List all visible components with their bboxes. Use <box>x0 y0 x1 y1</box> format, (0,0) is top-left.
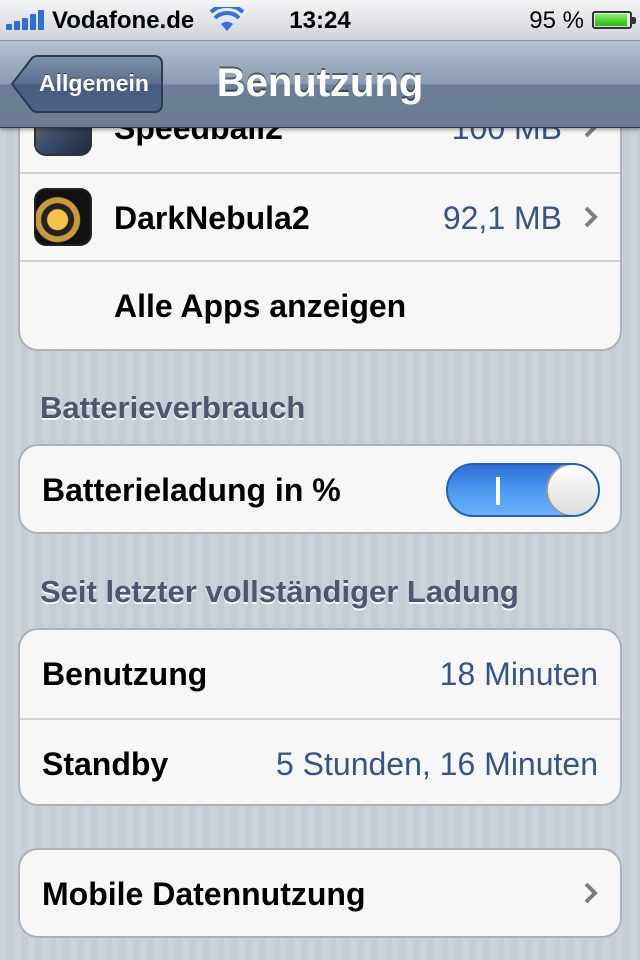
standby-row: Standby 5 Stunden, 16 Minuten <box>20 718 620 804</box>
app-size: 92,1 MB <box>442 200 562 236</box>
section-header-since-charge: Seit letzter vollständiger Ladung <box>40 574 519 609</box>
battery-percent-toggle[interactable] <box>446 463 600 517</box>
show-all-apps-button[interactable]: Alle Apps anzeigen <box>20 260 620 348</box>
mobile-data-label: Mobile Datennutzung <box>42 876 366 912</box>
page-title: Benutzung <box>216 61 424 105</box>
chevron-right-icon <box>584 882 598 904</box>
battery-percent-row: Batterieladung in % <box>20 446 620 532</box>
mobile-data-group: Mobile Datennutzung <box>18 848 622 938</box>
toggle-on-mark <box>496 477 500 505</box>
battery-percent: 95 % <box>529 7 584 34</box>
navigation-bar: Allgemein Benutzung <box>0 41 640 128</box>
battery-percent-label: Batterieladung in % <box>42 472 341 508</box>
usage-value: 18 Minuten <box>439 656 598 692</box>
status-bar: Vodafone.de 13:24 95 % <box>0 0 640 41</box>
battery-icon <box>592 11 636 29</box>
battery-fill <box>595 14 628 26</box>
app-name: DarkNebula2 <box>114 200 310 236</box>
mobile-data-row[interactable]: Mobile Datennutzung <box>20 850 620 936</box>
usage-label: Benutzung <box>42 656 208 692</box>
usage-row: Benutzung 18 Minuten <box>20 630 620 718</box>
list-item-app[interactable]: DarkNebula2 92,1 MB <box>20 172 620 260</box>
standby-value: 5 Stunden, 16 Minuten <box>275 746 598 782</box>
toggle-knob <box>546 465 598 515</box>
show-all-apps-label: Alle Apps anzeigen <box>114 288 407 324</box>
section-header-battery: Batterieverbrauch <box>40 390 306 425</box>
battery-group: Batterieladung in % <box>18 444 622 534</box>
since-charge-group: Benutzung 18 Minuten Standby 5 Stunden, … <box>18 628 622 806</box>
standby-label: Standby <box>42 746 169 782</box>
darknebula2-app-icon <box>34 188 92 246</box>
chevron-right-icon <box>584 206 598 228</box>
